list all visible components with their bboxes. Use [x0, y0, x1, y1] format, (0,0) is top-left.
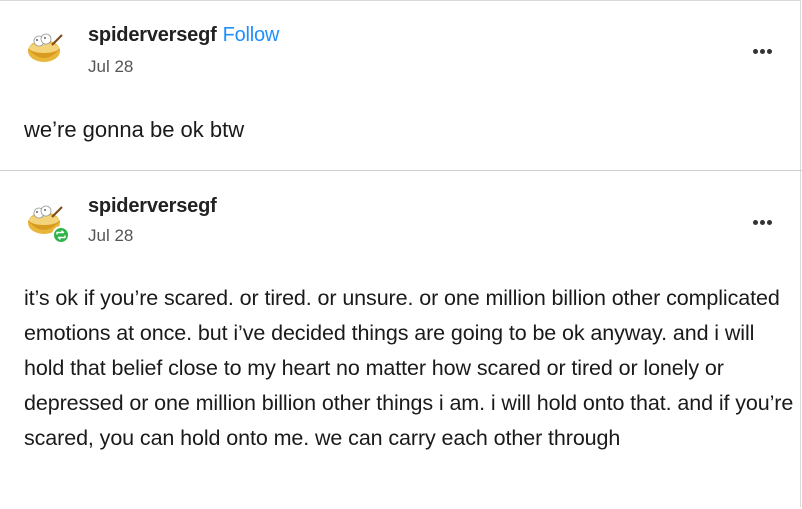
post-date[interactable]: Jul 28	[88, 226, 133, 246]
reblog-icon	[52, 226, 70, 244]
post-body: we’re gonna be ok btw	[24, 117, 245, 142]
post-date[interactable]: Jul 28	[88, 57, 133, 77]
post-author: spiderversegf Follow	[88, 24, 279, 47]
username-link[interactable]: spiderversegf	[88, 195, 217, 217]
post-reblog-trail: spiderversegf Jul 28 it’s ok if you’re s…	[0, 170, 802, 509]
more-options-icon[interactable]	[751, 42, 772, 54]
post-author: spiderversegf	[88, 195, 217, 218]
follow-button[interactable]: Follow	[223, 24, 280, 46]
post-original: spiderversegf Follow Jul 28 we’re gonna b…	[0, 0, 802, 170]
username-link[interactable]: spiderversegf	[88, 24, 217, 46]
post-body: it’s ok if you’re scared. or tired. or u…	[24, 286, 794, 450]
more-options-icon[interactable]	[751, 213, 772, 225]
bowl-avatar-icon[interactable]	[24, 27, 64, 67]
